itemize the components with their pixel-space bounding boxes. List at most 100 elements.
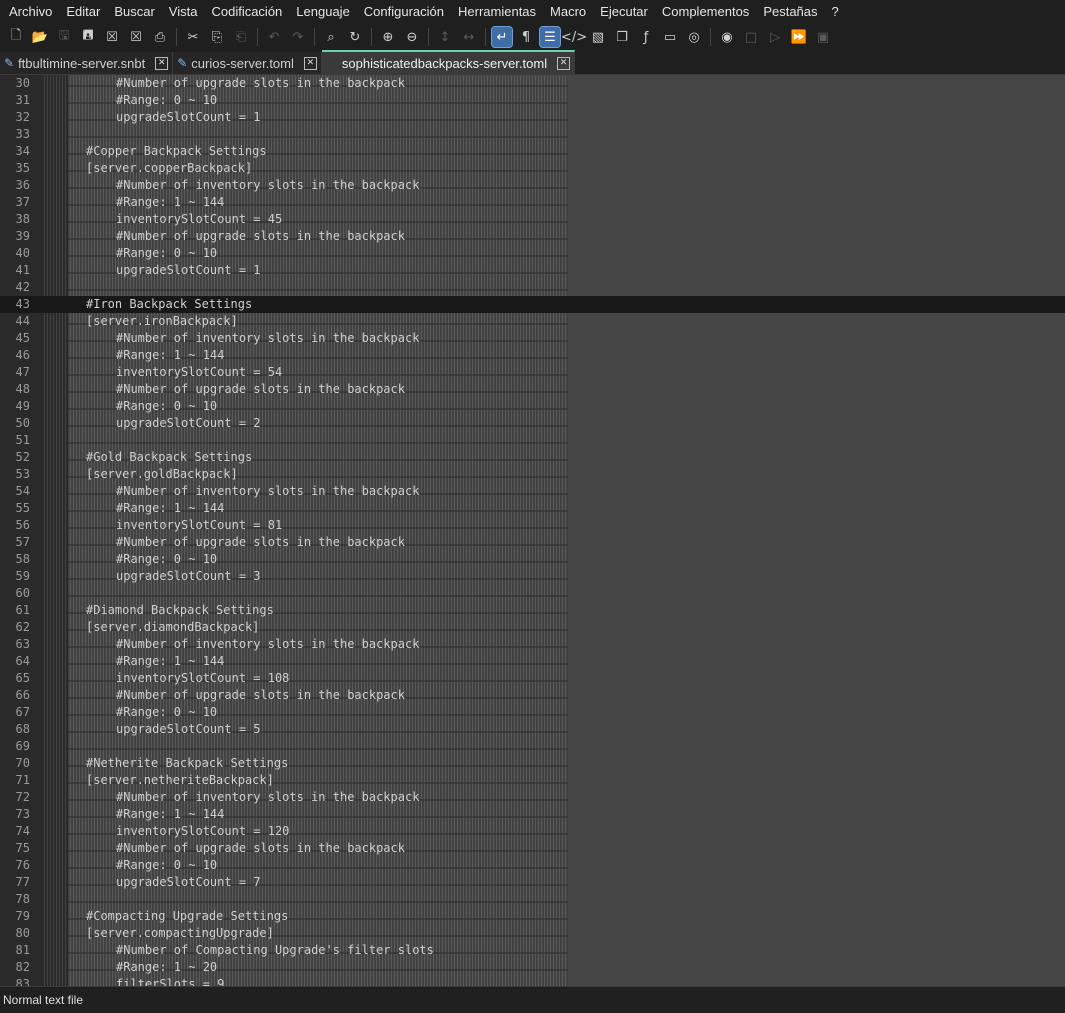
code-line[interactable]: 30 #Number of upgrade slots in the backpa… xyxy=(0,75,1065,92)
code-line[interactable]: 53 [server.goldBackpack] xyxy=(0,466,1065,483)
code-line[interactable]: 58 #Range: 0 ~ 10 xyxy=(0,551,1065,568)
save-all-icon[interactable]: 🖪 xyxy=(78,27,98,47)
code-line[interactable]: 72 #Number of inventory slots in the back… xyxy=(0,789,1065,806)
code-line[interactable]: 57 #Number of upgrade slots in the backpa… xyxy=(0,534,1065,551)
folder-workspace-icon[interactable]: ▭ xyxy=(660,27,680,47)
code-line[interactable]: 32 upgradeSlotCount = 1 xyxy=(0,109,1065,126)
code-line[interactable]: 61 #Diamond Backpack Settings xyxy=(0,602,1065,619)
menu-buscar[interactable]: Buscar xyxy=(107,0,161,24)
menu-editar[interactable]: Editar xyxy=(59,0,107,24)
code-line[interactable]: 83 filterSlots = 9 xyxy=(0,976,1065,986)
cut-icon[interactable]: ✂ xyxy=(183,27,203,47)
menu-codificacion[interactable]: Codificación xyxy=(204,0,289,24)
code-line[interactable]: 50 upgradeSlotCount = 2 xyxy=(0,415,1065,432)
code-line[interactable]: 35 [server.copperBackpack] xyxy=(0,160,1065,177)
text-editor[interactable]: 30 #Number of upgrade slots in the backpa… xyxy=(0,75,1065,986)
code-line[interactable]: 78 xyxy=(0,891,1065,908)
document-map-icon[interactable]: ▧ xyxy=(588,27,608,47)
code-line[interactable]: 47 inventorySlotCount = 54 xyxy=(0,364,1065,381)
code-line[interactable]: 79 #Compacting Upgrade Settings xyxy=(0,908,1065,925)
code-line[interactable]: 62 [server.diamondBackpack] xyxy=(0,619,1065,636)
menu-configuracion[interactable]: Configuración xyxy=(357,0,451,24)
code-line[interactable]: 49 #Range: 0 ~ 10 xyxy=(0,398,1065,415)
redo-icon[interactable]: ↷ xyxy=(288,27,308,47)
code-line[interactable]: 75 #Number of upgrade slots in the backpa… xyxy=(0,840,1065,857)
code-line[interactable]: 80 [server.compactingUpgrade] xyxy=(0,925,1065,942)
new-file-icon[interactable]: 🗋 xyxy=(6,27,26,47)
code-line[interactable]: 65 inventorySlotCount = 108 xyxy=(0,670,1065,687)
indent-guide-icon[interactable]: ☰ xyxy=(539,26,561,48)
code-line[interactable]: 31 #Range: 0 ~ 10 xyxy=(0,92,1065,109)
code-line[interactable]: 54 #Number of inventory slots in the back… xyxy=(0,483,1065,500)
code-line[interactable]: 44 [server.ironBackpack] xyxy=(0,313,1065,330)
find-icon[interactable]: ⌕ xyxy=(321,27,341,47)
zoom-out-icon[interactable]: ⊖ xyxy=(402,27,422,47)
close-file-icon[interactable]: ☒ xyxy=(102,27,122,47)
play-macro-icon[interactable]: ▷ xyxy=(765,27,785,47)
menu-pestanas[interactable]: Pestañas xyxy=(756,0,824,24)
tab-sophisticatedbackpacks[interactable]: sophisticatedbackpacks-server.toml ✕ xyxy=(321,50,576,74)
record-macro-icon[interactable]: ◉ xyxy=(717,27,737,47)
menu-vista[interactable]: Vista xyxy=(162,0,205,24)
code-line[interactable]: 51 xyxy=(0,432,1065,449)
replace-icon[interactable]: ↻ xyxy=(345,27,365,47)
code-line[interactable]: 36 #Number of inventory slots in the back… xyxy=(0,177,1065,194)
code-line[interactable]: 33 xyxy=(0,126,1065,143)
code-line[interactable]: 56 inventorySlotCount = 81 xyxy=(0,517,1065,534)
code-line[interactable]: 76 #Range: 0 ~ 10 xyxy=(0,857,1065,874)
code-line[interactable]: 63 #Number of inventory slots in the back… xyxy=(0,636,1065,653)
function-list-icon[interactable]: ƒ xyxy=(636,27,656,47)
code-line[interactable]: 77 upgradeSlotCount = 7 xyxy=(0,874,1065,891)
close-all-icon[interactable]: ☒ xyxy=(126,27,146,47)
word-wrap-icon[interactable]: ↵ xyxy=(491,26,513,48)
code-line[interactable]: 38 inventorySlotCount = 45 xyxy=(0,211,1065,228)
code-line[interactable]: 59 upgradeSlotCount = 3 xyxy=(0,568,1065,585)
code-line[interactable]: 45 #Number of inventory slots in the back… xyxy=(0,330,1065,347)
save-icon[interactable]: 🖫 xyxy=(54,27,74,47)
close-icon[interactable]: ✕ xyxy=(155,56,169,70)
tab-curios[interactable]: ✎ curios-server.toml ✕ xyxy=(173,52,322,74)
code-line[interactable]: 64 #Range: 1 ~ 144 xyxy=(0,653,1065,670)
code-line[interactable]: 70 #Netherite Backpack Settings xyxy=(0,755,1065,772)
open-file-icon[interactable]: 📂 xyxy=(30,27,50,47)
tab-ftbultimine[interactable]: ✎ ftbultimine-server.snbt ✕ xyxy=(0,52,174,74)
close-icon[interactable]: ✕ xyxy=(557,56,571,70)
code-line[interactable]: 73 #Range: 1 ~ 144 xyxy=(0,806,1065,823)
code-line[interactable]: 82 #Range: 1 ~ 20 xyxy=(0,959,1065,976)
menu-help[interactable]: ? xyxy=(825,0,846,24)
undo-icon[interactable]: ↶ xyxy=(264,27,284,47)
code-line[interactable]: 37 #Range: 1 ~ 144 xyxy=(0,194,1065,211)
zoom-in-icon[interactable]: ⊕ xyxy=(378,27,398,47)
code-line[interactable]: 46 #Range: 1 ~ 144 xyxy=(0,347,1065,364)
code-line[interactable]: 60 xyxy=(0,585,1065,602)
show-all-chars-icon[interactable]: ¶ xyxy=(516,27,536,47)
code-line[interactable]: 55 #Range: 1 ~ 144 xyxy=(0,500,1065,517)
sync-horizontal-icon[interactable]: ↔ xyxy=(459,27,479,47)
user-language-icon[interactable]: </> xyxy=(561,27,587,47)
menu-archivo[interactable]: Archivo xyxy=(2,0,59,24)
document-list-icon[interactable]: ❐ xyxy=(612,27,632,47)
code-line[interactable]: 81 #Number of Compacting Upgrade's filter… xyxy=(0,942,1065,959)
run-macro-multiple-icon[interactable]: ⏩ xyxy=(789,27,809,47)
code-line[interactable]: 43 #Iron Backpack Settings xyxy=(0,296,1065,313)
code-line[interactable]: 71 [server.netheriteBackpack] xyxy=(0,772,1065,789)
code-line[interactable]: 68 upgradeSlotCount = 5 xyxy=(0,721,1065,738)
code-lines[interactable]: 30 #Number of upgrade slots in the backpa… xyxy=(0,75,1065,986)
sync-vertical-icon[interactable]: ↕ xyxy=(435,27,455,47)
print-icon[interactable]: ⎙ xyxy=(150,27,170,47)
code-line[interactable]: 66 #Number of upgrade slots in the backpa… xyxy=(0,687,1065,704)
code-line[interactable]: 34 #Copper Backpack Settings xyxy=(0,143,1065,160)
menu-lenguaje[interactable]: Lenguaje xyxy=(289,0,357,24)
code-line[interactable]: 52 #Gold Backpack Settings xyxy=(0,449,1065,466)
code-line[interactable]: 41 upgradeSlotCount = 1 xyxy=(0,262,1065,279)
code-line[interactable]: 40 #Range: 0 ~ 10 xyxy=(0,245,1065,262)
save-macro-icon[interactable]: ▣ xyxy=(813,27,833,47)
menu-herramientas[interactable]: Herramientas xyxy=(451,0,543,24)
code-line[interactable]: 42 xyxy=(0,279,1065,296)
close-icon[interactable]: ✕ xyxy=(303,56,317,70)
code-line[interactable]: 67 #Range: 0 ~ 10 xyxy=(0,704,1065,721)
monitoring-icon[interactable]: ◎ xyxy=(684,27,704,47)
code-line[interactable]: 69 xyxy=(0,738,1065,755)
copy-icon[interactable]: ⎘ xyxy=(207,27,227,47)
code-line[interactable]: 39 #Number of upgrade slots in the backpa… xyxy=(0,228,1065,245)
